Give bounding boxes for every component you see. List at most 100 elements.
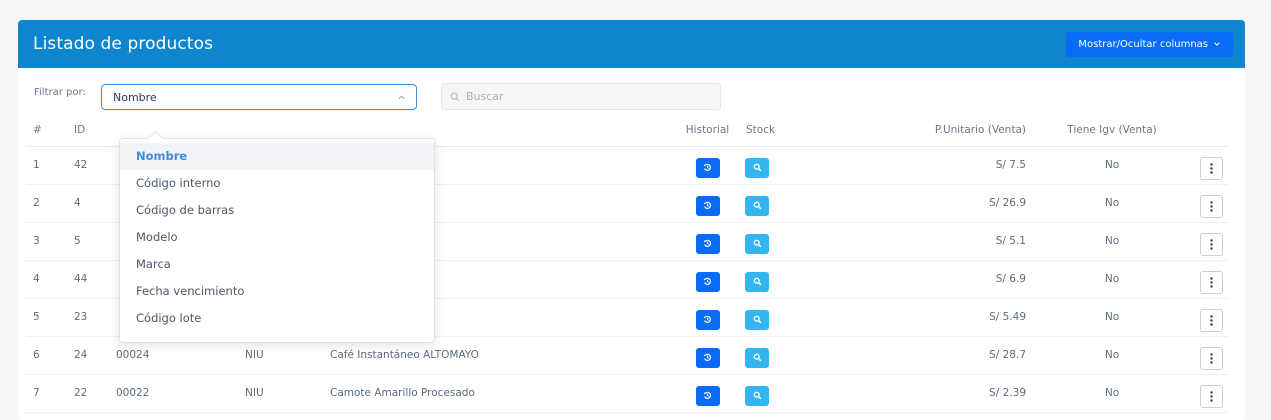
more-vertical-icon [1210, 162, 1213, 174]
row-num: 3 [26, 222, 72, 261]
row-code: 00022 [116, 374, 245, 413]
products-card: Listado de productos Mostrar/Ocultar col… [18, 20, 1245, 420]
filter-option[interactable]: Modelo [120, 224, 434, 251]
row-historial-cell [670, 184, 745, 223]
history-icon [703, 201, 712, 209]
row-price: S/ 2.39 [815, 374, 1027, 413]
header-actions [1197, 114, 1229, 147]
row-price: S/ 5.49 [815, 298, 1027, 337]
search-icon [753, 277, 761, 286]
more-vertical-icon [1210, 276, 1213, 288]
stock-button[interactable] [745, 271, 769, 292]
search-input[interactable]: Buscar [441, 83, 721, 110]
row-unit: NIU [245, 374, 330, 413]
filter-select-value: Nombre [113, 90, 157, 104]
stock-button[interactable] [745, 309, 769, 330]
header-historial: Historial [670, 114, 745, 147]
row-historial-cell [670, 146, 745, 185]
stock-button[interactable] [745, 347, 769, 368]
history-button[interactable] [695, 195, 720, 216]
table-row: 7 22 00022 NIU Camote Amarillo Procesado S/ 2… [26, 374, 1229, 413]
filter-option[interactable]: Marca [120, 251, 434, 278]
row-igv: No [1027, 222, 1197, 261]
more-vertical-icon [1210, 200, 1213, 212]
filter-option[interactable]: Fecha vencimiento [120, 278, 434, 305]
row-igv: No [1027, 146, 1197, 185]
row-igv: No [1027, 260, 1197, 299]
history-button[interactable] [695, 385, 720, 406]
row-price: S/ 28.7 [815, 336, 1027, 375]
row-stock-cell [745, 184, 815, 223]
row-num: 2 [26, 184, 72, 223]
row-historial-cell [670, 222, 745, 261]
card-header: Listado de productos Mostrar/Ocultar col… [18, 20, 1245, 68]
row-igv: No [1027, 184, 1197, 223]
row-historial-cell [670, 374, 745, 413]
row-actions-cell [1197, 146, 1229, 185]
row-actions-button[interactable] [1200, 270, 1223, 294]
stock-button[interactable] [745, 385, 769, 406]
stock-button[interactable] [745, 195, 769, 216]
row-stock-cell [745, 336, 815, 375]
row-price: S/ 7.5 [815, 146, 1027, 185]
row-actions-button[interactable] [1200, 308, 1223, 332]
row-actions-cell [1197, 336, 1229, 375]
history-icon [703, 277, 712, 285]
filter-dropdown-menu: Nombre Código interno Código de barras Mode… [119, 138, 435, 343]
row-igv: No [1027, 374, 1197, 413]
history-icon [703, 163, 712, 171]
row-id: 42 [72, 146, 116, 185]
row-price: S/ 5.1 [815, 222, 1027, 261]
row-description: Camote Amarillo Procesado [330, 374, 670, 413]
history-button[interactable] [695, 157, 720, 178]
row-num: 4 [26, 260, 72, 299]
row-historial-cell [670, 336, 745, 375]
stock-button[interactable] [745, 157, 769, 178]
header-stock: Stock [745, 114, 815, 147]
filter-option[interactable]: Código interno [120, 170, 434, 197]
search-icon [753, 391, 761, 400]
search-icon [753, 315, 761, 324]
search-icon [450, 92, 460, 101]
row-actions-cell [1197, 260, 1229, 299]
row-actions-button[interactable] [1200, 156, 1223, 180]
row-stock-cell [745, 222, 815, 261]
filter-select[interactable]: Nombre [101, 84, 417, 110]
history-icon [703, 315, 712, 323]
history-button[interactable] [695, 233, 720, 254]
more-vertical-icon [1210, 390, 1213, 402]
row-num: 1 [26, 146, 72, 185]
row-actions-button[interactable] [1200, 194, 1223, 218]
row-price: S/ 6.9 [815, 260, 1027, 299]
history-icon [703, 391, 712, 399]
row-id: 44 [72, 260, 116, 299]
row-actions-cell [1197, 298, 1229, 337]
row-num: 5 [26, 298, 72, 337]
row-igv: No [1027, 298, 1197, 337]
chevron-up-icon [398, 95, 405, 100]
row-actions-cell [1197, 374, 1229, 413]
row-stock-cell [745, 260, 815, 299]
history-button[interactable] [695, 347, 720, 368]
row-actions-button[interactable] [1200, 346, 1223, 370]
page-title: Listado de productos [33, 34, 214, 54]
search-icon [753, 201, 761, 210]
filter-option[interactable]: Nombre [120, 143, 434, 170]
stock-button[interactable] [745, 233, 769, 254]
history-button[interactable] [695, 271, 720, 292]
row-price: S/ 26.9 [815, 184, 1027, 223]
row-stock-cell [745, 298, 815, 337]
more-vertical-icon [1210, 314, 1213, 326]
row-actions-button[interactable] [1200, 384, 1223, 408]
header-id: ID [72, 114, 116, 147]
filter-label: Filtrar por: [34, 87, 86, 98]
toggle-columns-button[interactable]: Mostrar/Ocultar columnas [1066, 31, 1233, 57]
history-button[interactable] [695, 309, 720, 330]
row-historial-cell [670, 298, 745, 337]
filter-option[interactable]: Código de barras [120, 197, 434, 224]
more-vertical-icon [1210, 352, 1213, 364]
filter-option[interactable]: Código lote [120, 305, 434, 332]
row-actions-button[interactable] [1200, 232, 1223, 256]
row-stock-cell [745, 374, 815, 413]
row-id: 5 [72, 222, 116, 261]
